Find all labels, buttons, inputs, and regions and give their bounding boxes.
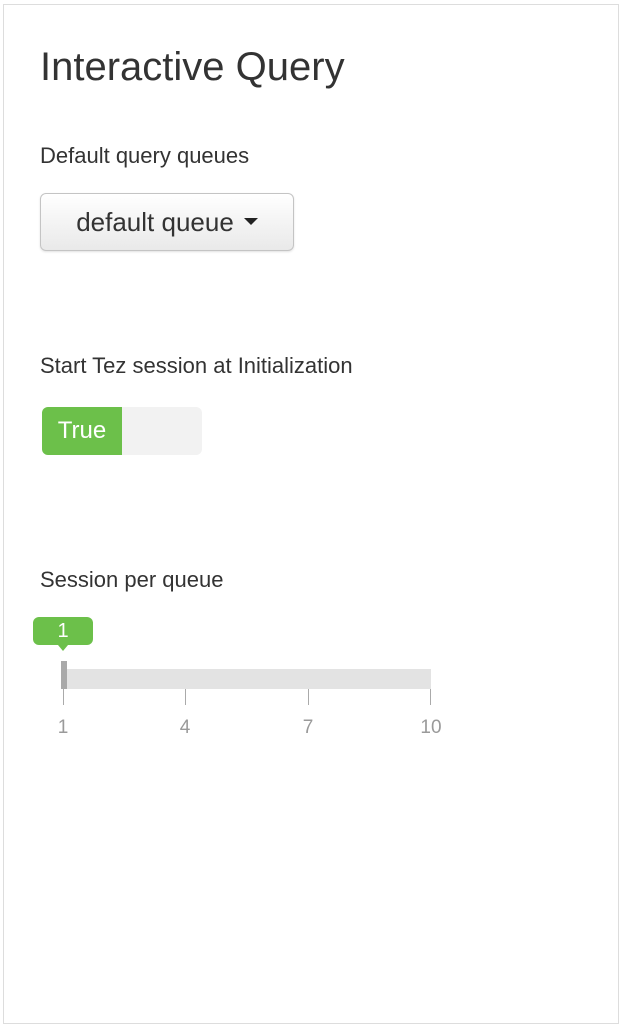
tez-session-toggle[interactable]: True: [42, 407, 202, 455]
session-per-queue-slider[interactable]: 1 1 4 7 10: [30, 615, 450, 745]
slider-tick: [430, 689, 431, 705]
interactive-query-panel: Interactive Query Default query queues d…: [3, 4, 619, 1024]
slider-tick-label: 10: [420, 717, 442, 738]
slider-handle[interactable]: [61, 661, 67, 689]
query-queue-dropdown[interactable]: default queue: [40, 193, 294, 251]
slider-track[interactable]: [63, 669, 431, 689]
slider-tick-label: 4: [179, 717, 191, 738]
slider-tick-label: 7: [302, 717, 314, 738]
toggle-true-state: True: [42, 407, 122, 455]
default-query-queues-label: Default query queues: [40, 143, 250, 168]
slider-tick: [308, 689, 309, 705]
query-queue-selected-value: default queue: [76, 206, 234, 237]
tez-session-label: Start Tez session at Initialization: [40, 353, 353, 378]
slider-tick: [185, 689, 186, 705]
slider-value-tooltip: 1: [33, 617, 93, 645]
session-per-queue-label: Session per queue: [40, 567, 224, 592]
panel-title: Interactive Query: [40, 45, 345, 89]
caret-down-icon: [243, 217, 258, 225]
slider-tick-label: 1: [57, 717, 69, 738]
tooltip-arrow-icon: [58, 645, 68, 651]
slider-tick: [63, 689, 64, 705]
